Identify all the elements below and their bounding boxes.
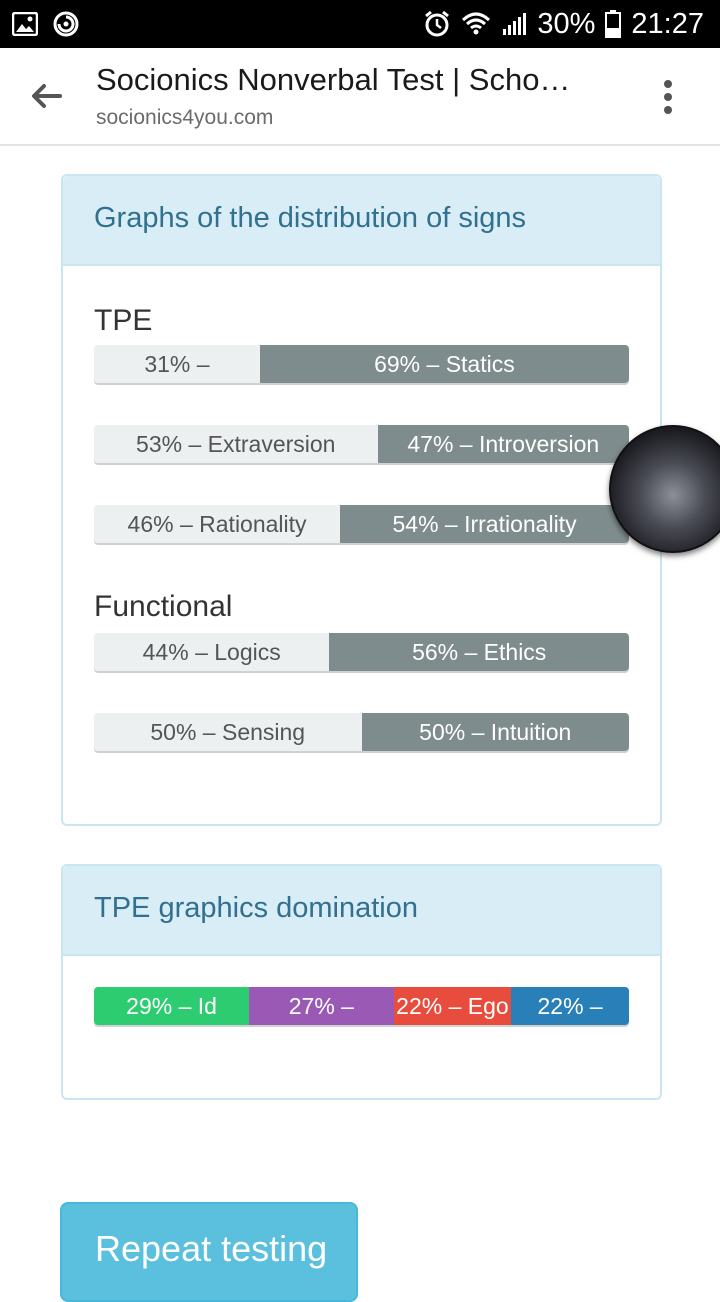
bar-left-segment: 46% – Rationality <box>94 505 341 543</box>
page-title: Socionics Nonverbal Test | Scho… <box>96 62 571 97</box>
battery-icon <box>605 10 622 38</box>
bar-right-segment: 47% – Introversion <box>377 425 629 463</box>
tpe-section-label: TPE <box>94 304 153 337</box>
page-url[interactable]: socionics4you.com <box>96 106 273 130</box>
distribution-bar: 46% – Rationality 54% – Irrationality <box>94 505 629 543</box>
bar-left-segment: 50% – Sensing <box>94 713 362 751</box>
domination-segment-ego: 22% – Ego <box>393 987 512 1025</box>
domination-panel-header: TPE graphics domination <box>63 866 660 956</box>
bar-right-segment: 50% – Intuition <box>361 713 629 751</box>
domination-bar: 29% – Id 27% – 22% – Ego 22% – <box>94 987 629 1025</box>
distribution-bar: 53% – Extraversion 47% – Introversion <box>94 425 629 463</box>
bar-right-segment: 56% – Ethics <box>329 633 629 671</box>
signal-icon <box>503 13 527 35</box>
bar-left-segment: 31% – <box>94 345 260 383</box>
functional-section-label: Functional <box>94 590 233 623</box>
domination-panel: TPE graphics domination 29% – Id 27% – 2… <box>61 864 662 1100</box>
distribution-heading: Graphs of the distribution of signs <box>94 202 527 234</box>
status-bar: 30% 21:27 <box>0 0 720 48</box>
back-arrow-icon[interactable] <box>26 76 66 116</box>
browser-toolbar: Socionics Nonverbal Test | Scho… socioni… <box>0 48 720 146</box>
bar-left-segment: 44% – Logics <box>94 633 330 671</box>
sync-icon <box>53 11 79 37</box>
bar-right-segment: 69% – Statics <box>259 345 629 383</box>
bar-right-segment: 54% – Irrationality <box>340 505 629 543</box>
domination-segment: 22% – <box>511 987 629 1025</box>
bar-left-segment: 53% – Extraversion <box>94 425 378 463</box>
wifi-icon <box>462 12 491 35</box>
distribution-bar: 44% – Logics 56% – Ethics <box>94 633 629 671</box>
domination-heading: TPE graphics domination <box>94 892 418 924</box>
clock: 21:27 <box>631 7 704 40</box>
battery-percent: 30% <box>537 7 596 40</box>
distribution-panel: Graphs of the distribution of signs TPE … <box>61 174 662 826</box>
repeat-testing-button[interactable]: Repeat testing <box>60 1202 358 1302</box>
overflow-menu-icon[interactable] <box>656 76 680 116</box>
distribution-panel-header: Graphs of the distribution of signs <box>63 176 660 266</box>
domination-segment: 27% – <box>249 987 394 1025</box>
domination-segment-id: 29% – Id <box>94 987 250 1025</box>
image-icon <box>12 12 38 36</box>
distribution-bar: 50% – Sensing 50% – Intuition <box>94 713 629 751</box>
distribution-bar: 31% – 69% – Statics <box>94 345 629 383</box>
alarm-icon <box>425 10 450 37</box>
